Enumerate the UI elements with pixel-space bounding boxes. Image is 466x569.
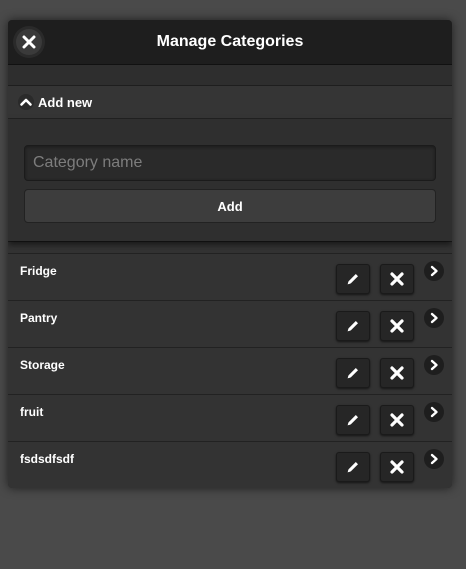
row-actions (326, 261, 444, 294)
delete-icon (390, 413, 404, 427)
chevron-right-icon (430, 265, 438, 277)
edit-button[interactable] (336, 311, 370, 341)
delete-icon (390, 272, 404, 286)
edit-button[interactable] (336, 358, 370, 388)
add-new-label: Add new (38, 94, 93, 110)
list-item[interactable]: fruit (8, 394, 452, 441)
chevron-up-icon (18, 94, 34, 110)
delete-button[interactable] (380, 405, 414, 435)
edit-button[interactable] (336, 264, 370, 294)
row-actions (326, 402, 444, 435)
open-category-button[interactable] (424, 308, 444, 328)
open-category-button[interactable] (424, 355, 444, 375)
chevron-right-icon (430, 359, 438, 371)
delete-icon (390, 366, 404, 380)
delete-button[interactable] (380, 358, 414, 388)
delete-button[interactable] (380, 452, 414, 482)
dialog-header: Manage Categories (8, 20, 452, 65)
delete-icon (390, 319, 404, 333)
header-spacer (8, 65, 452, 85)
chevron-right-icon (430, 453, 438, 465)
page-title: Manage Categories (156, 33, 304, 50)
pencil-icon (347, 368, 358, 379)
category-name-input[interactable] (24, 145, 436, 181)
pencil-icon (347, 462, 358, 473)
close-button[interactable] (16, 29, 42, 55)
open-category-button[interactable] (424, 261, 444, 281)
list-item[interactable]: fsdsdfsdf (8, 441, 452, 488)
delete-icon (390, 460, 404, 474)
list-item[interactable]: Pantry (8, 300, 452, 347)
chevron-right-icon (430, 312, 438, 324)
pencil-icon (347, 274, 358, 285)
edit-button[interactable] (336, 452, 370, 482)
pencil-icon (347, 321, 358, 332)
delete-button[interactable] (380, 311, 414, 341)
manage-categories-dialog: Manage Categories Add new Add Fridge (8, 20, 452, 488)
add-new-section: Add new Add (8, 85, 452, 242)
chevron-right-icon (430, 406, 438, 418)
row-actions (326, 355, 444, 388)
close-icon (22, 35, 36, 49)
open-category-button[interactable] (424, 402, 444, 422)
row-actions (326, 308, 444, 341)
add-button[interactable]: Add (24, 189, 436, 223)
add-new-body: Add (8, 119, 452, 241)
add-new-toggle[interactable]: Add new (8, 86, 452, 119)
edit-button[interactable] (336, 405, 370, 435)
row-actions (326, 449, 444, 482)
category-list: Fridge Pantry Storage fruit fsdsdfsdf (8, 253, 452, 488)
list-item[interactable]: Fridge (8, 253, 452, 300)
delete-button[interactable] (380, 264, 414, 294)
list-item[interactable]: Storage (8, 347, 452, 394)
open-category-button[interactable] (424, 449, 444, 469)
pencil-icon (347, 415, 358, 426)
